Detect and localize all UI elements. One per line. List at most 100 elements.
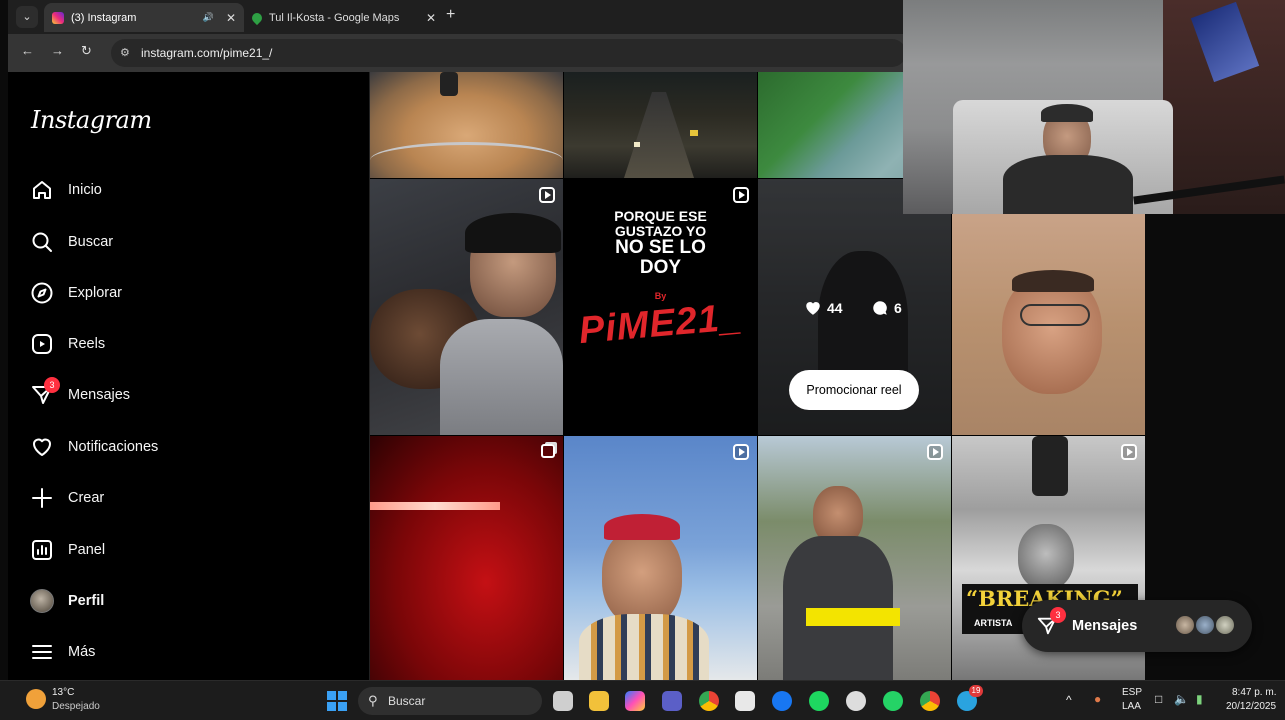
windows-taskbar: 13°C Despejado ⚲ Buscar 19 ^ ● ESP LAA □… bbox=[0, 680, 1285, 720]
sidebar-item-perfil[interactable]: Perfil bbox=[30, 585, 104, 617]
comments-stat: 6 bbox=[871, 299, 902, 317]
store-icon[interactable] bbox=[735, 691, 755, 711]
file-explorer-icon[interactable] bbox=[589, 691, 609, 711]
network-icon[interactable]: □ bbox=[1155, 692, 1162, 706]
tab-search-chevron-icon[interactable]: ⌄ bbox=[16, 6, 38, 28]
teams-icon[interactable] bbox=[662, 691, 682, 711]
post-thumbnail[interactable] bbox=[370, 179, 563, 435]
post-thumbnail[interactable] bbox=[952, 212, 1145, 435]
sidebar-item-reels[interactable]: Reels bbox=[30, 328, 105, 360]
sidebar-item-label: Más bbox=[68, 644, 96, 660]
post-thumbnail[interactable] bbox=[564, 436, 757, 680]
poster-line: NO SE LO bbox=[615, 237, 706, 259]
post-thumbnail-hovered[interactable]: 44 6 Promocionar reel bbox=[758, 179, 951, 435]
volume-icon[interactable]: 🔈 bbox=[1174, 692, 1189, 706]
reel-icon bbox=[539, 187, 555, 203]
hair-shape bbox=[1012, 270, 1094, 292]
speaker-icon: 🔊 bbox=[202, 12, 214, 22]
address-bar[interactable]: ⚙ instagram.com/pime21_/ bbox=[111, 39, 906, 67]
instagram-logo[interactable]: Instagram bbox=[31, 106, 152, 134]
sidebar-item-label: Explorar bbox=[68, 285, 122, 301]
post-thumbnail[interactable] bbox=[370, 436, 563, 680]
weather-temp[interactable]: 13°C bbox=[52, 687, 74, 698]
cap-shape bbox=[604, 514, 680, 540]
messages-floating-button[interactable]: 3 Mensajes bbox=[1022, 600, 1252, 652]
cap-shape bbox=[1041, 104, 1093, 122]
spotify-icon[interactable] bbox=[809, 691, 829, 711]
shirt-shape bbox=[579, 614, 709, 680]
sidebar-item-inicio[interactable]: Inicio bbox=[30, 174, 102, 206]
dashboard-icon bbox=[30, 538, 54, 562]
heart-filled-icon bbox=[806, 302, 820, 315]
tab-instagram[interactable]: (3) Instagram 🔊 ✕ bbox=[44, 3, 244, 32]
post-thumbnail-poster[interactable]: PORQUE ESE GUSTAZO YO NO SE LO DOY By Pi… bbox=[564, 179, 757, 435]
post-thumbnail[interactable] bbox=[564, 72, 757, 178]
yellow-bar bbox=[806, 608, 900, 626]
windows-start-icon[interactable] bbox=[327, 691, 347, 711]
unread-badge: 3 bbox=[1050, 607, 1066, 623]
weather-desc[interactable]: Despejado bbox=[52, 701, 100, 712]
sidebar-item-label: Reels bbox=[68, 336, 106, 352]
back-arrow-icon[interactable]: ← bbox=[21, 43, 34, 58]
microphone-icon[interactable]: ● bbox=[1094, 692, 1101, 706]
promote-reel-button[interactable]: Promocionar reel bbox=[789, 370, 919, 410]
poster-text: PORQUE ESE GUSTAZO YO NO SE LO DOY bbox=[564, 209, 757, 278]
compass-icon bbox=[30, 281, 54, 305]
lang-line1[interactable]: ESP bbox=[1122, 687, 1142, 698]
glasses-shape bbox=[1020, 304, 1090, 326]
weather-moon-icon[interactable] bbox=[26, 689, 46, 709]
likes-count: 44 bbox=[827, 300, 843, 316]
chevron-up-icon[interactable]: ^ bbox=[1066, 693, 1072, 707]
reels-icon bbox=[30, 332, 54, 356]
tab-google-maps[interactable]: Tul Il-Kosta - Google Maps ✕ bbox=[244, 3, 444, 32]
face-shape bbox=[1002, 274, 1102, 394]
messenger-icon: 3 bbox=[30, 377, 60, 407]
facebook-icon[interactable] bbox=[772, 691, 792, 711]
whatsapp-icon[interactable] bbox=[883, 691, 903, 711]
post-thumbnail[interactable] bbox=[758, 436, 951, 680]
sidebar-item-crear[interactable]: Crear bbox=[30, 482, 104, 514]
tab-title: Tul Il-Kosta - Google Maps bbox=[269, 11, 400, 24]
close-tab-icon[interactable]: ✕ bbox=[426, 11, 436, 25]
figure-shape bbox=[1032, 436, 1068, 496]
sidebar-item-mensajes[interactable]: 3 Mensajes bbox=[30, 377, 131, 411]
battery-icon[interactable]: ▮ bbox=[1196, 692, 1203, 706]
comment-filled-icon bbox=[873, 301, 887, 315]
sidebar-item-notificaciones[interactable]: Notificaciones bbox=[30, 431, 158, 463]
reload-icon[interactable]: ↻ bbox=[81, 43, 92, 59]
avatar-wrapper bbox=[30, 589, 54, 613]
poster-line: GUSTAZO YO bbox=[614, 222, 707, 239]
copilot-icon[interactable] bbox=[625, 691, 645, 711]
lang-line2[interactable]: LAA bbox=[1122, 701, 1141, 712]
face-shape bbox=[1018, 524, 1074, 590]
taskbar-search-box[interactable]: ⚲ Buscar bbox=[358, 687, 542, 715]
sidebar-item-buscar[interactable]: Buscar bbox=[30, 226, 113, 258]
sidebar-item-explorar[interactable]: Explorar bbox=[30, 277, 122, 309]
sidebar-item-panel[interactable]: Panel bbox=[30, 534, 105, 566]
site-info-icon[interactable]: ⚙ bbox=[120, 46, 130, 59]
task-view-icon[interactable] bbox=[553, 691, 573, 711]
taskbar-search-label: Buscar bbox=[388, 694, 426, 708]
chrome-icon[interactable] bbox=[699, 691, 719, 711]
avatar bbox=[1194, 614, 1216, 636]
comments-count: 6 bbox=[894, 300, 902, 316]
telegram-icon[interactable]: 19 bbox=[957, 685, 983, 711]
reel-icon bbox=[733, 187, 749, 203]
new-tab-plus-icon[interactable]: + bbox=[446, 6, 455, 24]
notification-badge: 19 bbox=[969, 685, 983, 697]
sidebar-item-label: Crear bbox=[68, 490, 105, 506]
forward-arrow-icon[interactable]: → bbox=[51, 43, 64, 58]
clock-time[interactable]: 8:47 p. m. bbox=[1232, 687, 1276, 698]
clock-date[interactable]: 20/12/2025 bbox=[1226, 701, 1276, 712]
sidebar-item-mas[interactable]: Más bbox=[30, 636, 95, 668]
reel-icon bbox=[1121, 444, 1137, 460]
close-tab-icon[interactable]: ✕ bbox=[226, 11, 236, 25]
app-icon[interactable] bbox=[846, 691, 866, 711]
avatar bbox=[30, 589, 54, 613]
sidebar-item-label: Panel bbox=[68, 542, 106, 558]
post-thumbnail[interactable] bbox=[370, 72, 563, 178]
sidebar-item-label: Mensajes bbox=[68, 387, 131, 403]
chrome-profile-icon[interactable] bbox=[920, 691, 940, 711]
hoodie-shape bbox=[440, 319, 563, 435]
browser-toolbar: ← → ↻ ⚙ instagram.com/pime21_/ bbox=[8, 34, 906, 72]
